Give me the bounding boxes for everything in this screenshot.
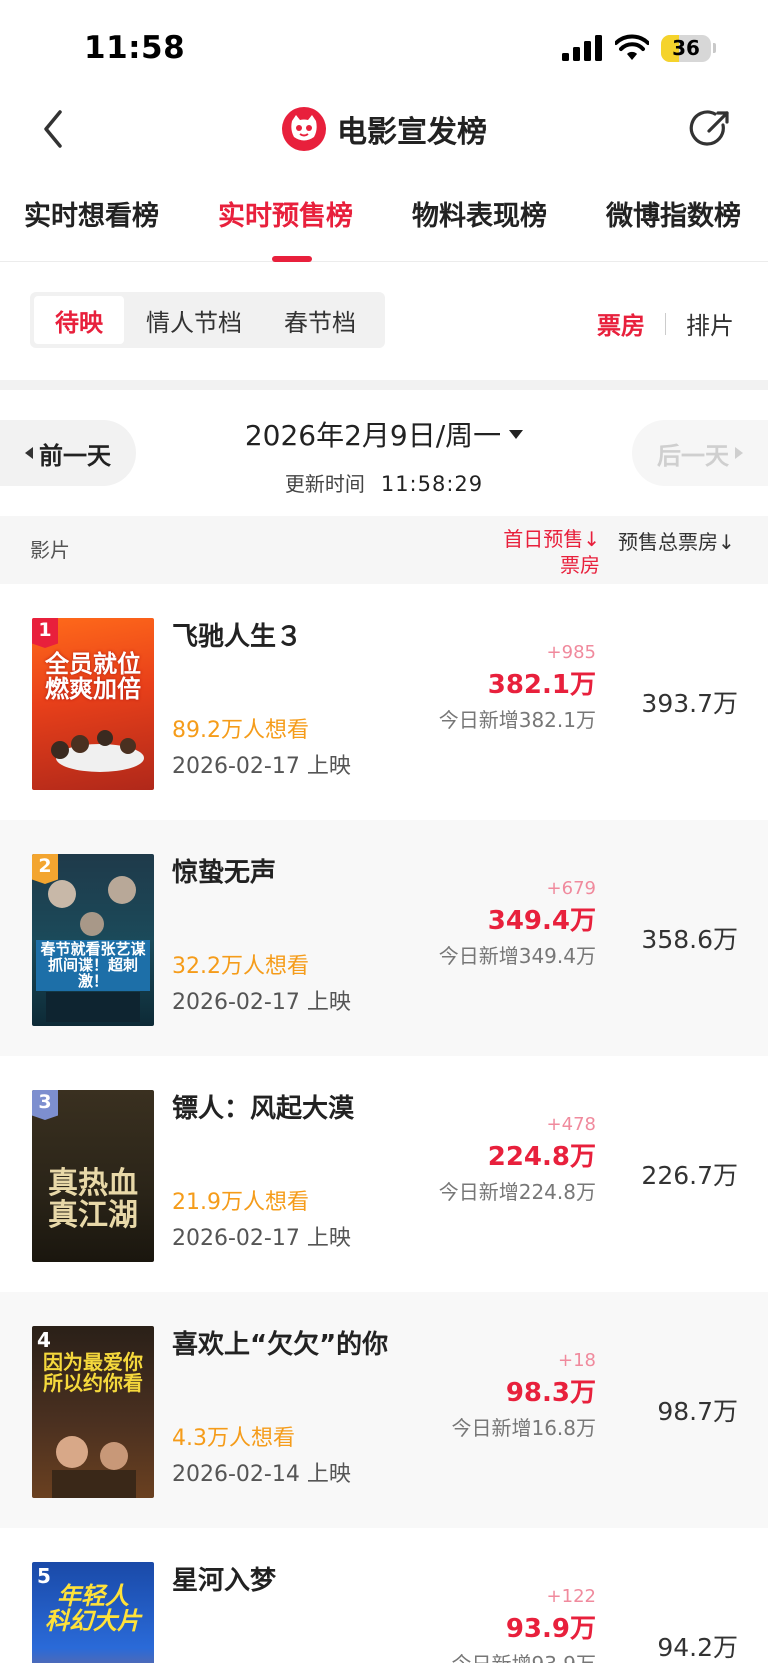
release-date: 2026-02-17 上映 [172,990,351,1015]
update-label: 更新时间 [284,472,365,496]
tab-weibo-index[interactable]: 微博指数榜 [606,194,741,233]
status-time: 11:58 [84,30,186,66]
release-date: 2026-02-14 上映 [172,1462,351,1487]
release-date: 2026-02-17 上映 [172,1226,351,1251]
movie-poster[interactable]: 年轻人 科幻大片 5 [32,1562,154,1663]
movie-row[interactable]: 全员就位 燃爽加倍 1 飞驰人生３ 89.2万人想看 2026-02-17 上映… [0,584,768,820]
status-icons: 36 [561,34,716,62]
column-first-day-presale[interactable]: 首日预售↓ 票房 [470,526,600,578]
presale-delta: +985 [546,642,596,663]
tab-material[interactable]: 物料表现榜 [412,194,547,233]
movie-title: 惊蛰无声 [172,858,277,888]
couple-illustration-icon [52,1436,136,1498]
segment-upcoming[interactable]: 待映 [34,296,124,344]
movie-title: 飞驰人生３ [172,622,303,652]
want-count: 21.9万人想看 [172,1190,309,1215]
today-added: 今日新增382.1万 [438,708,596,732]
total-presale: 94.2万 [657,1633,738,1662]
total-presale: 358.6万 [641,925,738,954]
cat-logo-icon [282,107,326,151]
date-picker[interactable]: 2026年2月9日/周一 [244,414,524,454]
triangle-down-icon [509,429,524,439]
column-first-day-line2: 票房 [560,553,600,577]
rank-badge: 2 [32,854,58,884]
status-bar: 11:58 36 [0,0,768,96]
movie-poster[interactable]: 春节就看张艺谋 抓间谍！超刺激！ 2 [32,854,154,1026]
rank-number: 5 [37,1564,51,1588]
presale-delta: +478 [546,1114,596,1135]
movie-poster[interactable]: 因为最爱你 所以约你看 4 [32,1326,154,1498]
cellular-signal-icon [562,35,602,61]
column-film: 影片 [30,538,70,562]
today-added: 今日新增16.8万 [451,1416,596,1440]
page-title: 电影宣发榜 [337,115,487,150]
first-day-presale: 93.9万 [505,1614,596,1644]
next-day-label: 后一天 [657,441,729,470]
nav-bar: 电影宣发榜 [0,96,768,162]
poster-text: 春节就看张艺谋 抓间谍！超刺激！ [36,940,150,992]
column-total-presale[interactable]: 预售总票房↓ [618,526,735,555]
movie-poster[interactable]: 全员就位 燃爽加倍 1 [32,618,154,790]
segment-spring-festival[interactable]: 春节档 [264,296,376,344]
total-presale: 226.7万 [641,1161,738,1190]
metric-box-office[interactable]: 票房 [597,306,645,341]
first-day-presale: 382.1万 [487,670,596,700]
battery-level-text: 36 [672,36,700,60]
date-bar: 前一天 2026年2月9日/周一 更新时间 11:58:29 后一天 [0,390,768,516]
ranking-tabs: 实时想看榜 实时预售榜 物料表现榜 微博指数榜 [0,176,768,262]
date-label: 2026年2月9日/周一 [244,419,502,452]
want-count: 4.3万人想看 [172,1426,295,1451]
release-date: 2026-02-17 上映 [172,754,351,779]
triangle-right-icon [735,447,743,459]
movie-title: 镖人：风起大漠 [172,1094,355,1124]
rank-badge: 3 [32,1090,58,1120]
presale-delta: +18 [558,1350,596,1371]
metric-divider [665,312,666,335]
total-presale: 98.7万 [657,1397,738,1426]
segment-valentines[interactable]: 情人节档 [124,296,264,344]
poster-text: 真热血 真江湖 [48,1166,138,1233]
today-added: 今日新增349.4万 [438,944,596,968]
movie-row[interactable]: 因为最爱你 所以约你看 4 喜欢上“欠欠”的你 4.3万人想看 2026-02-… [0,1292,768,1528]
presale-delta: +679 [546,878,596,899]
metric-screenings[interactable]: 排片 [686,306,734,341]
want-count: 89.2万人想看 [172,718,309,743]
poster-text: 因为最爱你 所以约你看 [43,1350,143,1395]
movie-row[interactable]: 春节就看张艺谋 抓间谍！超刺激！ 2 惊蛰无声 32.2万人想看 2026-02… [0,820,768,1056]
today-added: 今日新增93.9万 [451,1648,596,1663]
update-time: 11:58:29 [380,472,484,496]
movie-poster[interactable]: 真热血 真江湖 3 [32,1090,154,1262]
share-icon[interactable] [688,106,734,152]
poster-text: 年轻人 科幻大片 [45,1582,141,1636]
movie-row[interactable]: 年轻人 科幻大片 5 星河入梦 +122 93.9万 今日新增93.9万 94.… [0,1528,768,1663]
column-first-day-line1: 首日预售↓ [503,527,600,551]
wifi-icon [615,34,649,60]
today-added: 今日新增224.8万 [438,1180,596,1204]
release-segment-control: 待映 情人节档 春节档 [30,292,385,348]
car-illustration-icon [51,730,144,772]
presale-delta: +122 [546,1586,596,1607]
first-day-presale: 98.3万 [505,1378,596,1408]
total-presale: 393.7万 [641,689,738,718]
first-day-presale: 224.8万 [487,1142,596,1172]
movie-row[interactable]: 真热血 真江湖 3 镖人：风起大漠 21.9万人想看 2026-02-17 上映… [0,1056,768,1292]
battery-icon: 36 [661,34,716,62]
movie-title: 喜欢上“欠欠”的你 [172,1330,389,1360]
metric-toggle: 票房 排片 [597,306,734,341]
rank-number: 4 [37,1328,51,1352]
tab-want-to-see[interactable]: 实时想看榜 [24,194,159,233]
section-divider [0,380,768,390]
tab-presale[interactable]: 实时预售榜 [218,194,353,233]
movie-title: 星河入梦 [172,1566,277,1596]
filter-row: 待映 情人节档 春节档 票房 排片 [0,262,768,380]
next-day-button[interactable]: 后一天 [632,420,768,486]
poster-text: 全员就位 燃爽加倍 [45,650,141,704]
nav-title-group: 电影宣发榜 [0,106,768,152]
first-day-presale: 349.4万 [487,906,596,936]
rank-badge: 1 [32,618,58,648]
want-count: 32.2万人想看 [172,954,309,979]
table-header: 影片 首日预售↓ 票房 预售总票房↓ [0,516,768,584]
